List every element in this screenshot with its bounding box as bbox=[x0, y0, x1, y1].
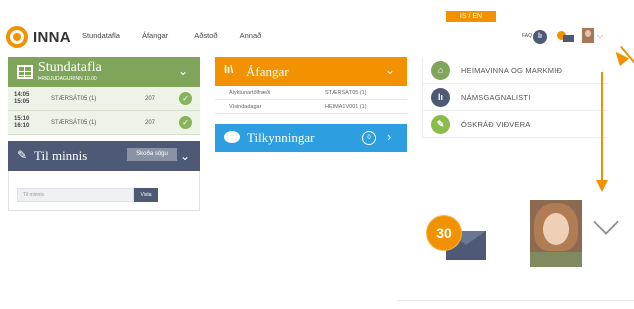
user-avatar-large[interactable] bbox=[530, 200, 582, 267]
nav-afangar[interactable]: Áfangar bbox=[142, 31, 168, 40]
notification-count: 0 bbox=[362, 131, 376, 145]
til-minnis-title: Til minnis bbox=[34, 148, 88, 163]
view-history-button[interactable]: Skoða sögu bbox=[127, 148, 177, 161]
note-input[interactable]: Til minnis bbox=[17, 188, 134, 202]
quick-link-homework[interactable]: ⌂ HEIMAVINNA OG MARKMIÐ bbox=[423, 57, 608, 84]
quick-link-reading-list[interactable]: lı NÁMSGAGNALISTI bbox=[423, 84, 608, 111]
course-name: Ályktunartölfræði bbox=[229, 90, 271, 96]
check-icon: ✓ bbox=[179, 116, 192, 129]
quick-link-label: HEIMAVINNA OG MARKMIÐ bbox=[461, 66, 563, 75]
course-name: Vísindadagar bbox=[229, 104, 262, 110]
schedule-course: STÆRSÁT05 (1) bbox=[51, 96, 97, 102]
til-minnis-panel: ✎ Til minnis Skoða sögu ⌄ Til minnis Vis… bbox=[8, 141, 200, 211]
courses-icon[interactable]: lı bbox=[533, 30, 547, 44]
stundatafla-header[interactable]: Stundatafla ÞRIÐJUDAGURINN 10.00 ⌄ bbox=[8, 57, 200, 87]
til-minnis-header: ✎ Til minnis Skoða sögu ⌄ bbox=[8, 141, 200, 171]
tilkynningar-title: Tilkynningar bbox=[247, 130, 315, 145]
schedule-time: 14:05 15:05 bbox=[14, 92, 30, 105]
chevron-down-icon[interactable]: ⌄ bbox=[178, 64, 188, 78]
books-icon: lı bbox=[431, 88, 450, 107]
schedule-room: 207 bbox=[145, 96, 156, 102]
annotation-arrow-line bbox=[601, 72, 603, 184]
quick-link-attendance[interactable]: ✎ ÓSKRÁÐ VIÐVERA bbox=[423, 111, 608, 138]
avatar-face bbox=[543, 213, 569, 245]
afangar-panel: lı\ Áfangar ⌄ Ályktunartölfræði STÆRSÁT0… bbox=[215, 57, 407, 114]
tilkynningar-panel[interactable]: Tilkynningar 0 › bbox=[215, 124, 407, 152]
quick-link-label: ÓSKRÁÐ VIÐVERA bbox=[461, 120, 531, 129]
home-icon: ⌂ bbox=[431, 61, 450, 80]
afangar-title: Áfangar bbox=[246, 64, 289, 79]
message-count-badge[interactable]: 30 bbox=[427, 216, 461, 250]
chevron-down-icon[interactable] bbox=[593, 209, 619, 235]
calendar-grid-icon bbox=[17, 65, 33, 79]
books-icon: lı\ bbox=[224, 64, 234, 76]
envelope-icon bbox=[563, 35, 574, 42]
user-avatar[interactable] bbox=[582, 28, 594, 43]
divider bbox=[397, 300, 634, 301]
annotation-arrow-head bbox=[596, 180, 608, 192]
save-note-button[interactable]: Vista bbox=[134, 188, 158, 202]
quick-link-label: NÁMSGAGNALISTI bbox=[461, 93, 531, 102]
pencil-icon: ✎ bbox=[17, 148, 28, 162]
inna-logo[interactable]: INNA bbox=[6, 25, 71, 49]
faq-link[interactable]: FAQ bbox=[522, 33, 532, 39]
chevron-right-icon[interactable]: › bbox=[387, 129, 391, 144]
afangar-header[interactable]: lı\ Áfangar ⌄ bbox=[215, 57, 407, 86]
messages-icon[interactable] bbox=[557, 31, 575, 43]
schedule-time: 15:10 16:10 bbox=[14, 116, 30, 129]
course-code: HEIMA1V001 (1) bbox=[325, 104, 367, 110]
check-icon: ✓ bbox=[179, 92, 192, 105]
quick-links: ⌂ HEIMAVINNA OG MARKMIÐ lı NÁMSGAGNALIST… bbox=[422, 57, 608, 138]
nav-stundatafla[interactable]: Stundatafla bbox=[82, 31, 120, 40]
schedule-row[interactable]: 14:05 15:05 STÆRSÁT05 (1) 207 ✓ bbox=[8, 87, 200, 111]
chat-bubble-icon bbox=[224, 131, 240, 143]
schedule-row[interactable]: 15:10 16:10 STÆRSÁT05 (1) 207 ✓ bbox=[8, 111, 200, 135]
logo-mark-icon bbox=[6, 26, 28, 48]
logo-text: INNA bbox=[33, 28, 71, 46]
course-code: STÆRSÁT05 (1) bbox=[325, 90, 367, 96]
chevron-down-icon[interactable]: ⌄ bbox=[180, 149, 190, 163]
schedule-room: 207 bbox=[145, 120, 156, 126]
stundatafla-panel: Stundatafla ÞRIÐJUDAGURINN 10.00 ⌄ 14:05… bbox=[8, 57, 200, 135]
course-row[interactable]: Ályktunartölfræði STÆRSÁT05 (1) bbox=[215, 86, 407, 100]
nav-adstod[interactable]: Aðstoð bbox=[194, 31, 217, 40]
language-switch[interactable]: IS / EN bbox=[446, 11, 496, 22]
chevron-down-icon[interactable]: ⌄ bbox=[385, 63, 395, 77]
stundatafla-date: ÞRIÐJUDAGURINN 10.00 bbox=[38, 76, 97, 82]
main-nav: Stundatafla Áfangar Aðstoð Annað bbox=[82, 31, 283, 40]
course-row[interactable]: Vísindadagar HEIMA1V001 (1) bbox=[215, 100, 407, 114]
schedule-course: STÆRSÁT05 (1) bbox=[51, 120, 97, 126]
user-menu-chevron-icon[interactable]: ⌵ bbox=[597, 31, 603, 41]
pencil-icon: ✎ bbox=[431, 115, 450, 134]
avatar-body bbox=[530, 252, 582, 267]
nav-annad[interactable]: Annað bbox=[240, 31, 262, 40]
stundatafla-title: Stundatafla bbox=[38, 60, 102, 75]
